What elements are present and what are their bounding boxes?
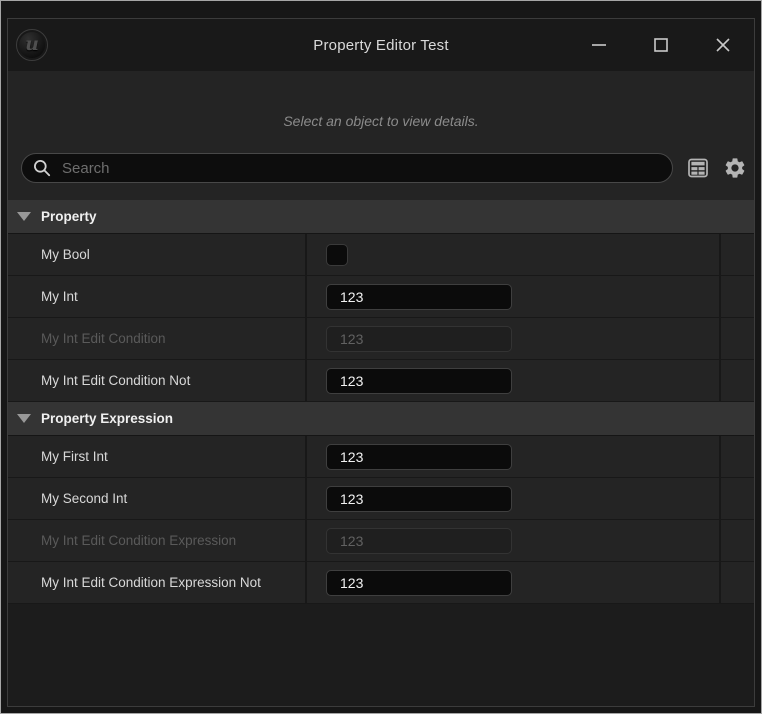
property-row: My Int xyxy=(8,276,754,318)
property-name-cell[interactable]: My Bool xyxy=(8,234,307,275)
details-panel: Select an object to view details. xyxy=(8,71,754,604)
int-value-input[interactable] xyxy=(326,326,512,352)
empty-state-message: Select an object to view details. xyxy=(8,111,754,131)
property-row: My Int Edit Condition xyxy=(8,318,754,360)
property-row: My Second Int xyxy=(8,478,754,520)
property-name-cell[interactable]: My Int Edit Condition Expression Not xyxy=(8,562,307,603)
triangle-down-icon xyxy=(17,212,31,221)
section-label: Property Expression xyxy=(41,411,173,426)
property-value-cell xyxy=(307,520,721,561)
property-name-cell[interactable]: My Int xyxy=(8,276,307,317)
section-label: Property xyxy=(41,209,97,224)
row-extra-cell xyxy=(721,478,754,519)
property-label: My Second Int xyxy=(41,491,127,506)
bool-checkbox[interactable] xyxy=(326,244,348,266)
property-value-cell xyxy=(307,360,721,401)
int-value-input[interactable] xyxy=(326,284,512,310)
property-grid: Property My Bool My Int My Int Edit Cond… xyxy=(8,200,754,604)
maximize-button[interactable] xyxy=(630,19,692,71)
property-label: My First Int xyxy=(41,449,108,464)
triangle-down-icon xyxy=(17,414,31,423)
section-header-1[interactable]: Property Expression xyxy=(8,402,754,436)
property-name-cell[interactable]: My First Int xyxy=(8,436,307,477)
property-row: My Int Edit Condition Expression Not xyxy=(8,562,754,604)
int-value-input[interactable] xyxy=(326,570,512,596)
row-extra-cell xyxy=(721,234,754,275)
close-button[interactable] xyxy=(692,19,754,71)
property-editor-window: u Property Editor Test Select an object … xyxy=(7,18,755,707)
search-row xyxy=(8,153,754,183)
row-extra-cell xyxy=(721,318,754,359)
view-options-button[interactable] xyxy=(723,156,747,180)
property-label: My Int xyxy=(41,289,78,304)
logo-glyph: u xyxy=(25,33,39,55)
row-extra-cell xyxy=(721,520,754,561)
titlebar[interactable]: u Property Editor Test xyxy=(8,19,754,71)
int-value-input[interactable] xyxy=(326,368,512,394)
property-label: My Int Edit Condition xyxy=(41,331,166,346)
gear-icon xyxy=(723,156,747,180)
property-name-cell[interactable]: My Int Edit Condition Expression xyxy=(8,520,307,561)
property-value-cell xyxy=(307,436,721,477)
maximize-icon xyxy=(653,37,669,53)
empty-area xyxy=(8,604,754,706)
minimize-icon xyxy=(591,37,607,53)
screenshot-frame: u Property Editor Test Select an object … xyxy=(0,0,762,714)
property-row: My Int Edit Condition Expression xyxy=(8,520,754,562)
property-value-cell xyxy=(307,276,721,317)
table-grid-icon xyxy=(686,156,710,180)
minimize-button[interactable] xyxy=(568,19,630,71)
row-extra-cell xyxy=(721,562,754,603)
int-value-input[interactable] xyxy=(326,528,512,554)
property-value-cell xyxy=(307,234,721,275)
property-name-cell[interactable]: My Int Edit Condition Not xyxy=(8,360,307,401)
property-value-cell xyxy=(307,478,721,519)
property-value-cell xyxy=(307,318,721,359)
property-row: My First Int xyxy=(8,436,754,478)
int-value-input[interactable] xyxy=(326,486,512,512)
row-extra-cell xyxy=(721,276,754,317)
window-controls xyxy=(568,19,754,71)
display-filter-button[interactable] xyxy=(686,156,710,180)
unreal-engine-logo-icon: u xyxy=(16,29,48,61)
property-label: My Int Edit Condition Expression Not xyxy=(41,575,261,590)
int-value-input[interactable] xyxy=(326,444,512,470)
row-extra-cell xyxy=(721,360,754,401)
property-row: My Bool xyxy=(8,234,754,276)
close-icon xyxy=(715,37,731,53)
property-name-cell[interactable]: My Second Int xyxy=(8,478,307,519)
row-extra-cell xyxy=(721,436,754,477)
property-label: My Bool xyxy=(41,247,90,262)
property-name-cell[interactable]: My Int Edit Condition xyxy=(8,318,307,359)
property-label: My Int Edit Condition Not xyxy=(41,373,190,388)
property-label: My Int Edit Condition Expression xyxy=(41,533,236,548)
section-header-0[interactable]: Property xyxy=(8,200,754,234)
search-box[interactable] xyxy=(21,153,673,183)
search-input[interactable] xyxy=(60,159,662,178)
property-row: My Int Edit Condition Not xyxy=(8,360,754,402)
search-icon xyxy=(33,159,51,177)
property-value-cell xyxy=(307,562,721,603)
